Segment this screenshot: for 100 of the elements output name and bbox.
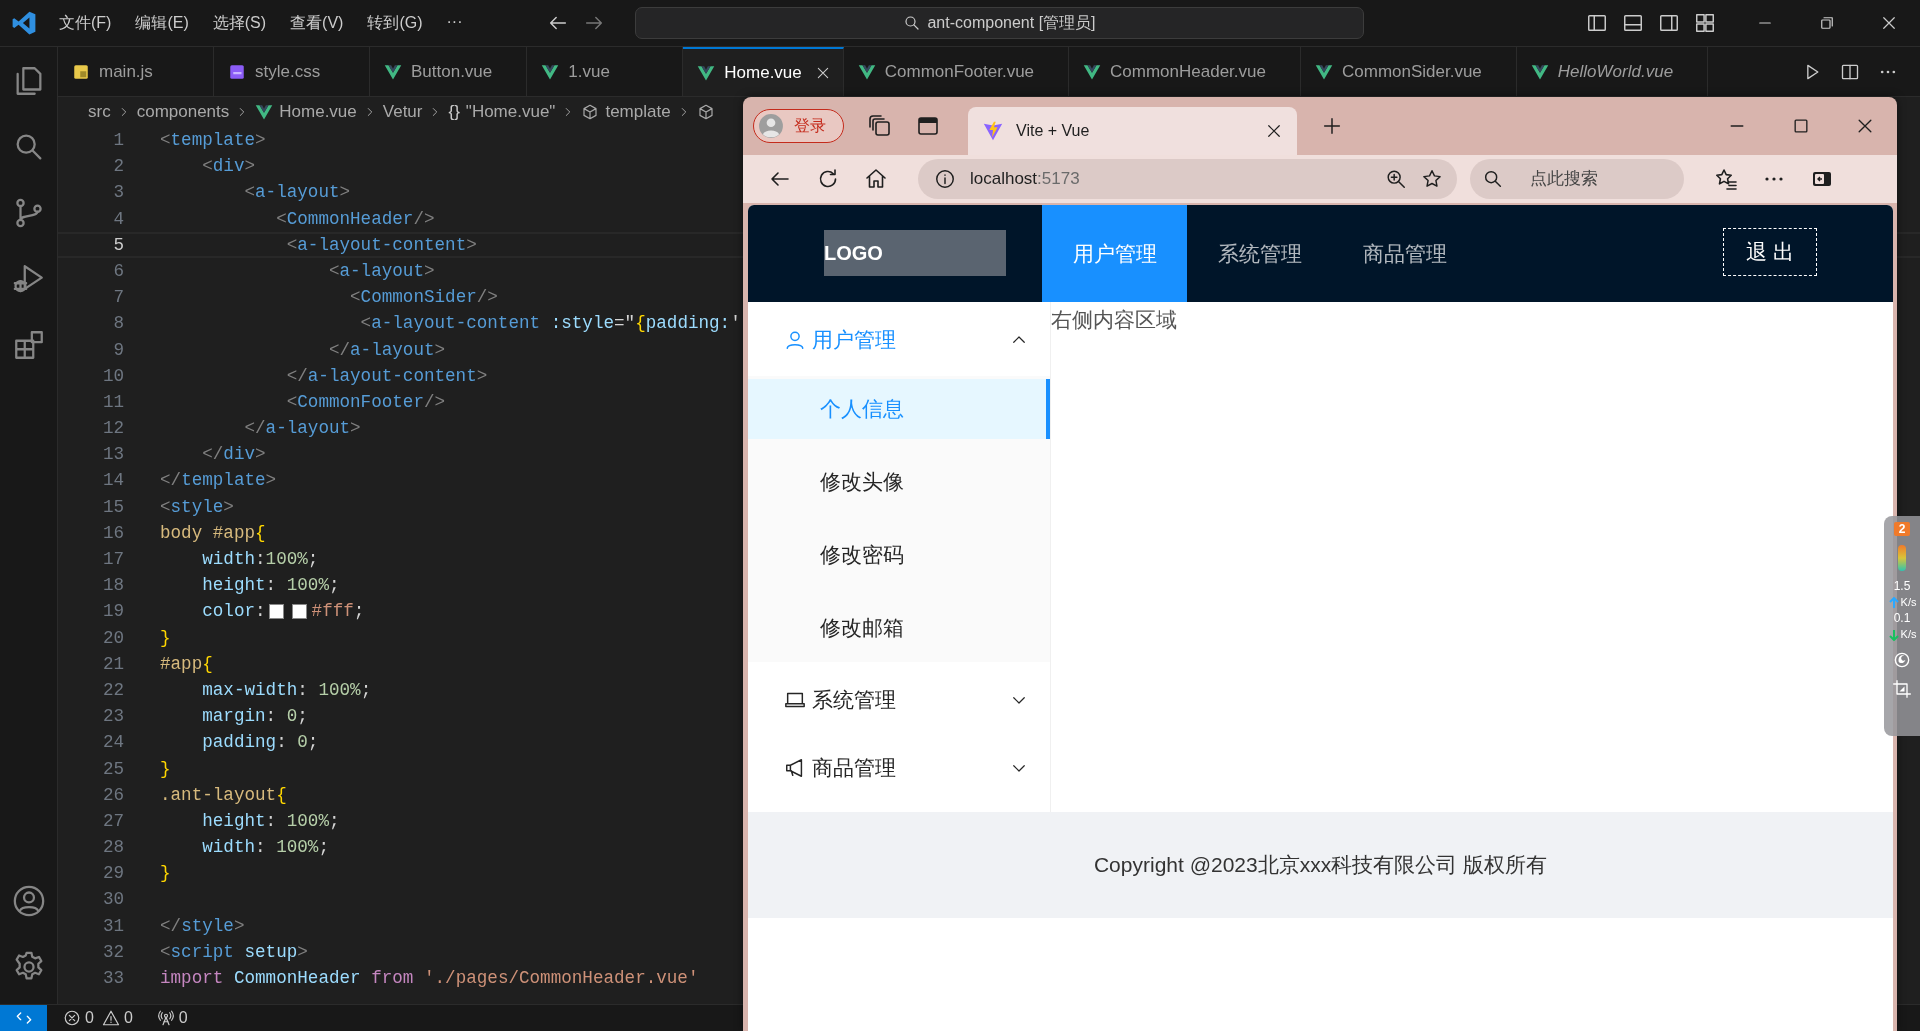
line-number: 19 [101, 600, 124, 624]
code-text: </a-layout> [327, 338, 446, 362]
menu-item[interactable]: 修改头像 [748, 452, 1050, 512]
line-number: 18 [101, 574, 124, 598]
breadcrumb-item[interactable]: components [136, 102, 230, 122]
vite-logo-icon [982, 120, 1004, 142]
code-text: <a-layout-content :style="{padding:' [359, 312, 741, 336]
color-swatch[interactable] [291, 603, 307, 619]
code-text: <template> [160, 129, 266, 152]
breadcrumb-item[interactable]: template [605, 102, 671, 122]
vertical-tabs-icon[interactable] [916, 114, 940, 138]
code-text: } [160, 757, 171, 781]
line-number: 13 [101, 443, 124, 467]
submenu-title[interactable]: 系统管理 [748, 670, 1050, 730]
line-number: 15 [101, 495, 124, 519]
browser-tab[interactable]: Vite + Vue [968, 107, 1297, 155]
code-text: </template> [160, 469, 277, 493]
favorites-icon[interactable] [1714, 167, 1738, 191]
code-text: </style> [160, 914, 245, 938]
editor-tab[interactable]: CommonFooter.vue [843, 47, 1070, 96]
code-text: <style> [160, 495, 234, 519]
close-icon[interactable] [1880, 14, 1898, 32]
code-text: } [160, 862, 171, 886]
breadcrumb-item[interactable]: src [88, 102, 111, 122]
code-text: <div> [201, 155, 256, 179]
home-icon[interactable] [864, 167, 888, 191]
menu-item[interactable]: 修改邮箱 [748, 598, 1050, 658]
address-field[interactable]: localhost:5173 [918, 159, 1457, 199]
search-icon [1482, 168, 1504, 190]
code-text: margin: 0; [201, 705, 308, 729]
breadcrumb-item[interactable]: Vetur [382, 102, 423, 122]
gauge-icon [1898, 545, 1906, 571]
tab-collection-icon[interactable] [868, 114, 892, 138]
nav-tab[interactable]: 商品管理 [1332, 205, 1477, 302]
antenna-icon [156, 1009, 175, 1027]
breadcrumb-item[interactable]: Home.vue [279, 102, 357, 122]
menu-item[interactable]: 转到(G) [355, 12, 435, 34]
download-speed: 0.1 [1893, 612, 1911, 625]
secondary-sidebar-icon[interactable] [1658, 12, 1680, 34]
line-number: 23 [101, 705, 124, 729]
restore-icon[interactable] [1818, 14, 1836, 32]
account-icon[interactable] [11, 884, 46, 918]
code-text: .ant-layout{ [160, 783, 287, 807]
editor-tab[interactable]: main.js [58, 47, 214, 96]
speed-unit: K/s [1900, 596, 1917, 609]
code-text: padding: 0; [201, 731, 319, 755]
breadcrumb-item[interactable]: "Home.vue" [465, 102, 556, 122]
line-number: 6 [112, 259, 124, 283]
content-text: 右侧内容区域 [1051, 307, 1178, 333]
menu-item[interactable]: 修改密码 [748, 525, 1050, 585]
editor-tab[interactable]: style.css [214, 47, 370, 96]
zoom-in-icon[interactable] [1385, 168, 1407, 190]
badge: 2 [1894, 522, 1910, 536]
user-icon [784, 329, 806, 351]
editor-tab[interactable]: CommonHeader.vue [1069, 47, 1301, 96]
line-number: 26 [101, 783, 124, 807]
menu-item[interactable]: 文件(F) [47, 12, 124, 34]
vue-file-icon [1083, 62, 1102, 81]
editor-logo-icon [10, 10, 37, 36]
nav-tab[interactable]: 系统管理 [1187, 205, 1332, 302]
port-count: 0 [178, 1009, 188, 1027]
editor-tab[interactable]: CommonSider.vue [1301, 47, 1517, 96]
info-icon[interactable] [934, 168, 956, 190]
avatar-icon [758, 113, 784, 139]
panel-layout-icon[interactable] [1622, 12, 1644, 34]
command-center[interactable]: ant-component [管理员] [635, 7, 1364, 39]
upload-speed: 1.5 [1893, 580, 1911, 593]
profile-button[interactable]: 登录 [753, 109, 844, 143]
code-text: <CommonSider/> [349, 286, 498, 310]
swirl-icon[interactable] [1892, 650, 1912, 670]
search-field[interactable]: 点此搜索 [1470, 159, 1684, 199]
problems-button[interactable]: 0 0 [59, 1009, 141, 1027]
layout-grid-icon[interactable] [1694, 12, 1716, 34]
code-text: <a-layout> [243, 181, 351, 205]
editor-tab[interactable]: HelloWorld.vue [1516, 47, 1709, 96]
menu-item[interactable]: 编辑(E) [123, 12, 201, 34]
menu-item[interactable]: 查看(V) [278, 12, 356, 34]
logo: LOGO [824, 230, 1006, 276]
submenu-title[interactable]: 商品管理 [748, 738, 1050, 798]
logout-button[interactable]: 退 出 [1723, 228, 1817, 276]
line-number: 16 [101, 521, 124, 545]
code-text: height: 100%; [201, 809, 340, 833]
vue-file-icon [255, 103, 274, 121]
color-swatch[interactable] [268, 603, 284, 619]
star-icon[interactable] [1421, 168, 1443, 190]
line-number: 8 [112, 312, 124, 336]
crop-icon[interactable] [1892, 679, 1912, 699]
new-tab-icon[interactable] [1321, 115, 1343, 137]
line-number: 3 [112, 181, 124, 205]
editor-tab[interactable]: Home.vue [683, 47, 844, 96]
ports-button[interactable]: 0 [152, 1009, 196, 1027]
object-icon: {} [448, 102, 460, 122]
editor-tab[interactable]: Button.vue [370, 47, 528, 96]
close-icon[interactable] [1265, 122, 1283, 140]
sidebar-layout-icon[interactable] [1586, 12, 1608, 34]
line-number: 12 [101, 417, 124, 441]
more-menu[interactable]: ··· [434, 12, 475, 34]
error-count: 0 [85, 1009, 94, 1027]
menu-item[interactable]: 选择(S) [200, 12, 279, 34]
code-text: </a-layout> [243, 417, 361, 441]
